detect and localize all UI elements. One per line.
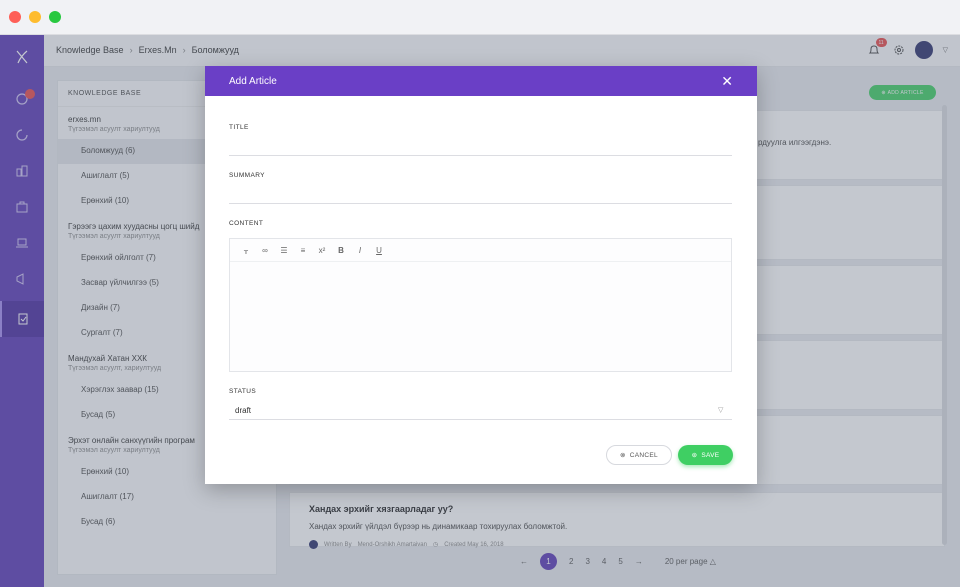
status-label: STATUS <box>229 388 257 395</box>
bulleted-list-icon[interactable]: ☰ <box>279 246 289 255</box>
underline-icon[interactable]: U <box>374 246 384 255</box>
title-label: TITLE <box>229 124 249 131</box>
numbered-list-icon[interactable]: ≡ <box>298 246 308 255</box>
summary-label: SUMMARY <box>229 172 265 179</box>
close-window-button[interactable] <box>9 11 21 23</box>
save-button[interactable]: ⊛ SAVE <box>678 445 733 465</box>
status-select[interactable]: draft <box>235 406 251 415</box>
close-icon[interactable]: ✕ <box>721 74 733 88</box>
content-editor[interactable]: ᚁ ∞ ☰ ≡ x² B I U <box>229 238 732 372</box>
add-article-modal: Add Article ✕ TITLE SUMMARY CONTENT ᚁ ∞ … <box>205 66 757 484</box>
status-underline <box>229 419 732 420</box>
superscript-icon[interactable]: x² <box>317 246 327 255</box>
modal-title: Add Article <box>229 75 277 87</box>
chevron-down-icon[interactable]: ▽ <box>718 406 723 414</box>
window-titlebar <box>0 0 960 35</box>
cancel-circle-icon: ⊗ <box>620 452 626 459</box>
maximize-window-button[interactable] <box>49 11 61 23</box>
save-label: SAVE <box>701 451 720 459</box>
cancel-button[interactable]: ⊗ CANCEL <box>606 445 672 465</box>
summary-input[interactable] <box>229 203 732 204</box>
heading-icon[interactable]: ᚁ <box>241 246 251 255</box>
editor-toolbar: ᚁ ∞ ☰ ≡ x² B I U <box>230 239 731 262</box>
modal-header: Add Article ✕ <box>205 66 757 96</box>
minimize-window-button[interactable] <box>29 11 41 23</box>
title-input[interactable] <box>229 155 732 156</box>
link-icon[interactable]: ∞ <box>260 246 270 255</box>
check-circle-icon: ⊛ <box>691 452 698 459</box>
content-label: CONTENT <box>229 220 264 227</box>
cancel-label: CANCEL <box>629 451 658 459</box>
italic-icon[interactable]: I <box>355 246 365 255</box>
bold-icon[interactable]: B <box>336 246 346 255</box>
